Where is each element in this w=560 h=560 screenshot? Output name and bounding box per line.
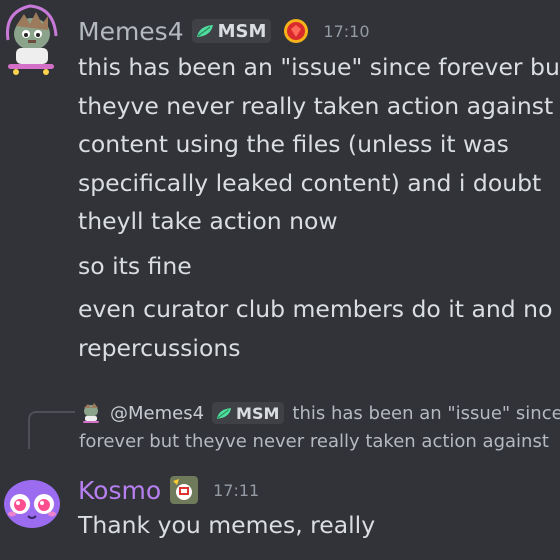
message-paragraph: Thank you memes, really xyxy=(78,506,560,545)
reply-server-tag[interactable]: MSM xyxy=(212,402,285,424)
message-line: so its fine xyxy=(78,252,192,280)
message-paragraph: so its fine xyxy=(78,247,560,286)
server-tag[interactable]: MSM xyxy=(191,19,272,43)
timestamp[interactable]: 17:10 xyxy=(323,22,369,41)
leaf-icon xyxy=(196,25,213,37)
message-line: even curator club members do it and no xyxy=(78,295,553,323)
message-paragraph: this has been an "issue" since forever b… xyxy=(78,48,560,241)
message-line: theyve never really taken action against xyxy=(78,91,554,120)
username[interactable]: Kosmo xyxy=(78,476,161,505)
reply-author[interactable]: @Memes4 xyxy=(110,403,204,424)
cartoon-avatar-icon xyxy=(5,4,58,75)
purple-creature-avatar-icon xyxy=(0,470,64,534)
server-tag-label: MSM xyxy=(217,20,267,42)
message-paragraph: even curator club members do it and no r… xyxy=(78,290,560,367)
timestamp[interactable]: 17:11 xyxy=(213,481,259,500)
user-avatar-kosmo[interactable] xyxy=(0,470,64,534)
message-line: specifically leaked content) and i doubt xyxy=(78,168,542,197)
server-badge-icon[interactable] xyxy=(169,475,199,505)
reply-preview[interactable]: @Memes4 MSM this has been an "issue" sin… xyxy=(80,399,560,427)
leaf-icon xyxy=(216,407,232,419)
reply-excerpt[interactable]: this has been an "issue" since xyxy=(292,403,560,424)
message-line: repercussions xyxy=(78,333,241,362)
server-tag-label: MSM xyxy=(236,403,280,423)
user-avatar-memes4[interactable] xyxy=(2,0,60,78)
reply-avatar-icon xyxy=(80,402,102,424)
username[interactable]: Memes4 xyxy=(78,17,184,46)
message-header: Memes4 MSM 17:10 xyxy=(78,10,370,52)
reply-excerpt-continued[interactable]: forever but theyve never really taken ac… xyxy=(79,429,549,455)
message-header: Kosmo 17:11 xyxy=(78,470,259,510)
reply-spine xyxy=(28,411,75,449)
message-line: Thank you memes, really xyxy=(78,511,376,539)
message-line: content using the files (unless it was xyxy=(78,130,509,158)
chat-log: Memes4 MSM 17:10 this has been an "issue… xyxy=(0,0,560,560)
message-line: this has been an "issue" since forever b… xyxy=(78,53,560,81)
message-line: theyll take action now xyxy=(78,207,338,235)
red-gem-badge-icon[interactable] xyxy=(283,18,309,44)
